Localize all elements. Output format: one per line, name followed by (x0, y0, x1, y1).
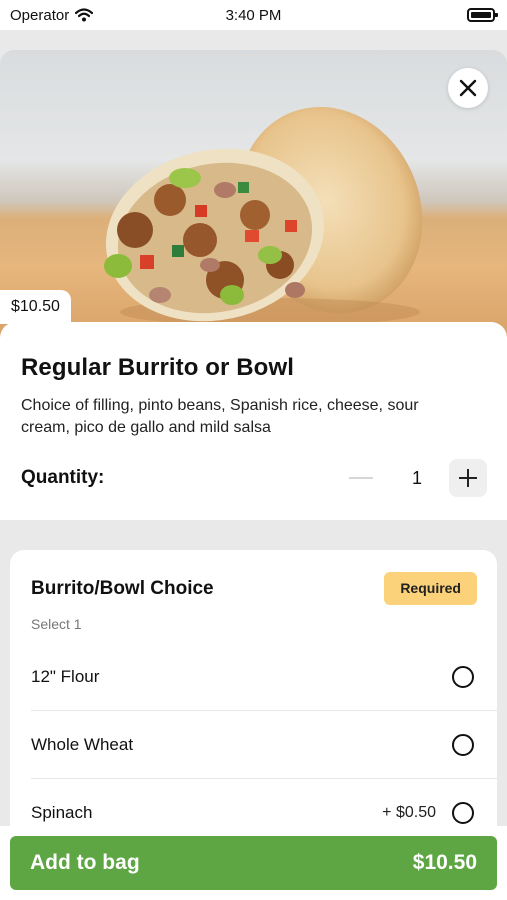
option-group-card: Burrito/Bowl Choice Required Select 1 12… (10, 550, 497, 850)
radio-button[interactable] (452, 733, 474, 756)
item-title: Regular Burrito or Bowl (21, 354, 294, 381)
radio-button[interactable] (452, 665, 474, 688)
quantity-label: Quantity: (21, 467, 105, 488)
price-tag: $10.50 (0, 290, 71, 324)
item-photo (0, 50, 507, 340)
quantity-row: Quantity: 1 (21, 459, 487, 497)
option-label: Spinach (31, 803, 93, 822)
add-to-bag-button[interactable]: Add to bag $10.50 (10, 836, 497, 890)
item-details: Regular Burrito or Bowl Choice of fillin… (0, 322, 507, 520)
option-label: 12" Flour (31, 666, 100, 686)
add-to-bag-total: $10.50 (412, 851, 477, 874)
status-bar: Operator 3:40 PM (0, 0, 507, 30)
quantity-value: 1 (411, 467, 422, 488)
wifi-icon (75, 8, 94, 22)
battery-icon (467, 8, 498, 22)
increase-quantity-button[interactable] (449, 459, 487, 497)
radio-button[interactable] (452, 802, 474, 824)
required-badge: Required (384, 572, 477, 605)
option-group-title: Burrito/Bowl Choice (31, 577, 214, 599)
status-left: Operator (10, 6, 94, 24)
item-description: Choice of filling, pinto beans, Spanish … (21, 397, 419, 436)
burrito-illustration (104, 106, 423, 326)
option-group-subtitle: Select 1 (31, 616, 82, 632)
option-group-header: Burrito/Bowl Choice Required (31, 572, 477, 605)
close-button[interactable] (448, 68, 488, 108)
option-row-flour[interactable]: 12" Flour (31, 643, 497, 711)
close-icon (459, 79, 477, 97)
carrier-label: Operator (10, 6, 70, 24)
decrease-quantity-button[interactable] (349, 477, 373, 479)
option-price: + $0.50 (382, 804, 436, 821)
option-label: Whole Wheat (31, 734, 134, 754)
add-to-bag-label: Add to bag (30, 851, 140, 874)
option-row-whole-wheat[interactable]: Whole Wheat (31, 711, 497, 779)
quantity-stepper: 1 (349, 459, 487, 497)
